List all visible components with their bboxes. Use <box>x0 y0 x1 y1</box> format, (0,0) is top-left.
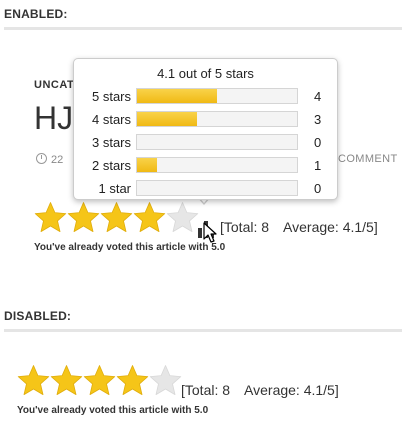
tooltip-title: 4.1 out of 5 stars <box>157 66 254 81</box>
star-filled-icon[interactable] <box>34 201 67 234</box>
post-date: 22 <box>36 153 63 166</box>
tooltip-row-bar <box>136 134 298 150</box>
post-comment-link[interactable]: COMMENT <box>338 153 398 165</box>
rating-summary-disabled: [Total: 8 Average: 4.1/5] <box>181 382 339 398</box>
rating-average: Average: 4.1/5] <box>244 382 339 398</box>
tooltip-row: 3 stars 0 <box>74 134 337 152</box>
tooltip-row-label: 5 stars <box>91 89 131 104</box>
rating-summary-enabled: [Total: 8 Average: 4.1/5] <box>220 219 378 235</box>
tooltip-row-label: 3 stars <box>91 135 131 150</box>
tooltip-row-count: 3 <box>314 112 322 127</box>
star-filled-icon <box>17 365 50 395</box>
post-date-text: 22 <box>51 154 64 166</box>
star-filled-icon <box>50 365 83 395</box>
tooltip-row-bar <box>136 157 298 173</box>
star-filled-icon[interactable] <box>100 201 133 234</box>
tooltip-row-label: 2 stars <box>91 158 131 173</box>
tooltip-row-bar <box>136 88 298 104</box>
tooltip-row-bar-fill <box>137 158 157 172</box>
tooltip-row-label: 4 stars <box>91 112 131 127</box>
pointer-cursor-icon <box>203 222 217 243</box>
star-rating-enabled[interactable] <box>34 201 199 234</box>
tooltip-row-count: 4 <box>314 89 322 104</box>
tooltip-row-bar <box>136 180 298 196</box>
clock-icon <box>36 153 47 164</box>
rating-average: Average: 4.1/5] <box>283 219 378 235</box>
star-empty-icon <box>149 365 182 395</box>
star-rating-disabled <box>17 364 182 397</box>
section-divider <box>4 329 402 332</box>
tooltip-row-count: 0 <box>314 135 322 150</box>
tooltip-row: 4 stars 3 <box>74 111 337 129</box>
enabled-section-label: ENABLED: <box>4 7 68 21</box>
voted-message-enabled: You've already voted this article with 5… <box>34 242 226 253</box>
tooltip-row-count: 1 <box>314 158 322 173</box>
tooltip-row: 2 stars 1 <box>74 157 337 175</box>
post-category[interactable]: UNCAT <box>34 79 74 91</box>
tooltip-row-label: 1 star <box>98 181 131 196</box>
tooltip-row: 5 stars 4 <box>74 88 337 106</box>
tooltip-row-bar-fill <box>137 112 197 126</box>
rating-total: [Total: 8 <box>220 219 270 235</box>
tooltip-row-bar <box>136 111 298 127</box>
star-filled-icon[interactable] <box>67 201 100 234</box>
tooltip-row-bar-fill <box>137 89 217 103</box>
rating-breakdown-tooltip: 4.1 out of 5 stars 5 stars 4 4 stars 3 3 sta… <box>73 58 338 200</box>
rating-total: [Total: 8 <box>181 382 231 398</box>
voted-message-disabled: You've already voted this article with 5… <box>17 405 209 416</box>
star-filled-icon <box>116 365 149 395</box>
star-filled-icon <box>83 365 116 395</box>
disabled-section-label: DISABLED: <box>4 309 72 323</box>
star-empty-icon[interactable] <box>166 201 199 234</box>
tooltip-row: 1 star 0 <box>74 180 337 198</box>
star-filled-icon[interactable] <box>133 201 166 234</box>
post-title[interactable]: HJ <box>34 100 73 137</box>
section-divider <box>4 27 402 30</box>
tooltip-row-count: 0 <box>314 181 322 196</box>
